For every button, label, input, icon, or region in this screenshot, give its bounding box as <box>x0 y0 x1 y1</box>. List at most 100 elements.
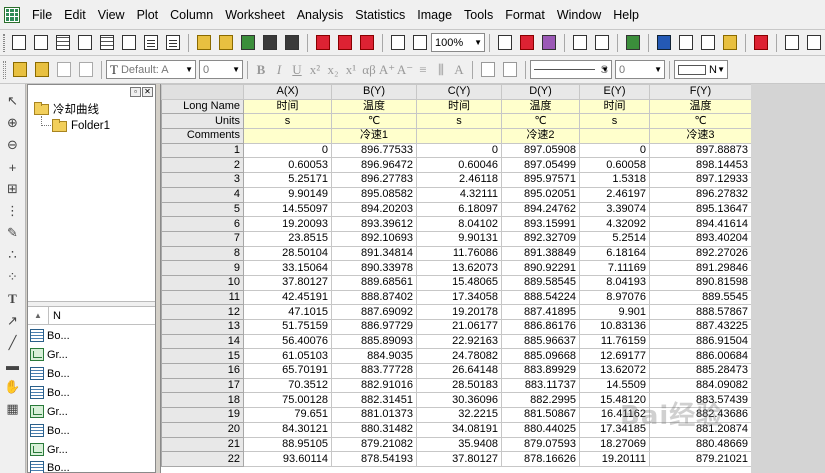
meta-cell[interactable]: 时间 <box>243 98 332 115</box>
data-cell[interactable]: 896.27832 <box>649 186 752 203</box>
add-column-icon[interactable] <box>751 33 771 53</box>
data-cell[interactable]: 93.60114 <box>243 451 332 467</box>
data-cell[interactable]: 42.45191 <box>243 289 332 306</box>
data-cell[interactable]: 15.48065 <box>416 274 502 291</box>
data-cell[interactable]: 891.29846 <box>649 260 752 276</box>
column-header[interactable]: B(Y) <box>331 84 417 100</box>
superscript-button[interactable]: x² <box>306 62 324 78</box>
data-cell[interactable]: 894.24762 <box>501 201 580 218</box>
data-cell[interactable]: 16.41162 <box>579 407 650 423</box>
menu-worksheet[interactable]: Worksheet <box>219 0 291 29</box>
new-matrix-icon[interactable] <box>97 33 117 53</box>
new-folder-icon[interactable] <box>31 33 51 53</box>
data-cell[interactable]: 75.00128 <box>243 392 332 409</box>
data-cell[interactable]: 37.80127 <box>416 451 502 467</box>
data-cell[interactable]: 9.901 <box>579 304 650 320</box>
data-cell[interactable]: 4.32092 <box>579 216 650 232</box>
open-excel-icon[interactable] <box>238 33 258 53</box>
column-header[interactable]: F(Y) <box>649 84 752 100</box>
row-number[interactable]: 1 <box>161 142 244 159</box>
project-explorer-icon[interactable] <box>623 33 643 53</box>
data-cell[interactable]: 17.34185 <box>579 421 650 438</box>
data-cell[interactable]: 896.77533 <box>331 142 417 159</box>
data-cell[interactable]: 0 <box>243 142 332 159</box>
menu-analysis[interactable]: Analysis <box>291 0 350 29</box>
data-cell[interactable]: 883.89929 <box>501 363 580 379</box>
menu-window[interactable]: Window <box>551 0 607 29</box>
insert-graph-icon[interactable]: ▦ <box>3 399 23 419</box>
column-align-icon[interactable]: ⫼ <box>432 62 450 78</box>
data-cell[interactable]: 14.5509 <box>579 377 650 394</box>
row-number[interactable]: 3 <box>161 172 244 188</box>
data-cell[interactable]: 84.30121 <box>243 421 332 438</box>
menu-tools[interactable]: Tools <box>458 0 499 29</box>
list-item[interactable]: Bo... <box>30 386 70 399</box>
new-excel-icon[interactable] <box>119 33 139 53</box>
data-cell[interactable]: 887.69092 <box>331 304 417 320</box>
meta-cell[interactable]: ℃ <box>331 113 417 130</box>
data-cell[interactable]: 895.08582 <box>331 186 417 203</box>
row-number[interactable]: 2 <box>161 157 244 174</box>
import-multiple-icon[interactable] <box>335 33 355 53</box>
data-cell[interactable]: 892.27026 <box>649 245 752 262</box>
meta-cell[interactable]: 时间 <box>579 98 650 115</box>
data-cell[interactable]: 879.21021 <box>649 451 752 467</box>
data-cell[interactable]: 0.60058 <box>579 157 650 174</box>
data-cell[interactable]: 26.64148 <box>416 363 502 379</box>
data-cell[interactable]: 897.05908 <box>501 142 580 159</box>
data-cell[interactable]: 0 <box>579 142 650 159</box>
data-cell[interactable]: 889.5545 <box>649 289 752 306</box>
data-cell[interactable]: 889.68561 <box>331 274 417 291</box>
data-cell[interactable]: 24.78082 <box>416 348 502 365</box>
data-cell[interactable]: 891.34814 <box>331 245 417 262</box>
data-cell[interactable]: 885.09668 <box>501 348 580 365</box>
data-cell[interactable]: 884.09082 <box>649 377 752 394</box>
list-item[interactable]: Bo... <box>30 329 70 342</box>
data-cell[interactable]: 5.25171 <box>243 172 332 188</box>
row-number[interactable]: 8 <box>161 245 244 262</box>
region-mask-icon[interactable]: ⁘ <box>3 267 23 287</box>
data-cell[interactable]: 895.02051 <box>501 186 580 203</box>
list-item[interactable]: Bo... <box>30 367 70 380</box>
data-cell[interactable]: 70.3512 <box>243 377 332 394</box>
data-cell[interactable]: 893.15991 <box>501 216 580 232</box>
data-cell[interactable]: 61.05103 <box>243 348 332 365</box>
data-cell[interactable]: 8.04193 <box>579 274 650 291</box>
data-cell[interactable]: 22.92163 <box>416 333 502 350</box>
select-all-corner[interactable] <box>161 84 244 100</box>
underline-button[interactable]: U <box>288 62 306 78</box>
menu-edit[interactable]: Edit <box>58 0 92 29</box>
layer-icon[interactable] <box>782 33 802 53</box>
meta-cell[interactable]: 冷速3 <box>649 128 752 144</box>
data-cell[interactable]: 883.11737 <box>501 377 580 394</box>
data-cell[interactable]: 65.70191 <box>243 363 332 379</box>
data-cell[interactable]: 896.27783 <box>331 172 417 188</box>
data-cell[interactable]: 23.8515 <box>243 230 332 247</box>
data-cell[interactable]: 9.90149 <box>243 186 332 203</box>
font-color-button[interactable]: A <box>450 62 468 78</box>
menu-view[interactable]: View <box>92 0 131 29</box>
data-cell[interactable]: 18.27069 <box>579 436 650 453</box>
mask-points-icon[interactable]: ∴ <box>3 245 23 265</box>
meta-cell[interactable] <box>579 128 650 144</box>
list-item[interactable]: Bo... <box>30 424 70 437</box>
restore-icon[interactable]: ▫ <box>130 87 141 97</box>
data-cell[interactable]: 881.01373 <box>331 407 417 423</box>
line-color-icon[interactable] <box>500 60 520 80</box>
layer-extra-icon[interactable] <box>804 33 824 53</box>
data-cell[interactable]: 881.50867 <box>501 407 580 423</box>
row-number[interactable]: 5 <box>161 201 244 218</box>
rectangle-tool-icon[interactable]: ▬ <box>3 355 23 375</box>
column-header[interactable]: A(X) <box>243 84 332 100</box>
new-layout-icon[interactable] <box>141 33 161 53</box>
name-column-header[interactable]: N <box>48 307 108 324</box>
data-cell[interactable]: 881.20874 <box>649 421 752 438</box>
data-cell[interactable]: 894.41614 <box>649 216 752 232</box>
meta-cell[interactable]: 时间 <box>416 98 502 115</box>
list-item[interactable]: Gr... <box>30 348 68 361</box>
data-cell[interactable]: 888.87402 <box>331 289 417 306</box>
data-cell[interactable]: 893.40204 <box>649 230 752 247</box>
increase-font-button[interactable]: A⁺ <box>378 62 396 78</box>
data-cell[interactable]: 887.41895 <box>501 304 580 320</box>
draw-data-icon[interactable]: ✎ <box>3 223 23 243</box>
